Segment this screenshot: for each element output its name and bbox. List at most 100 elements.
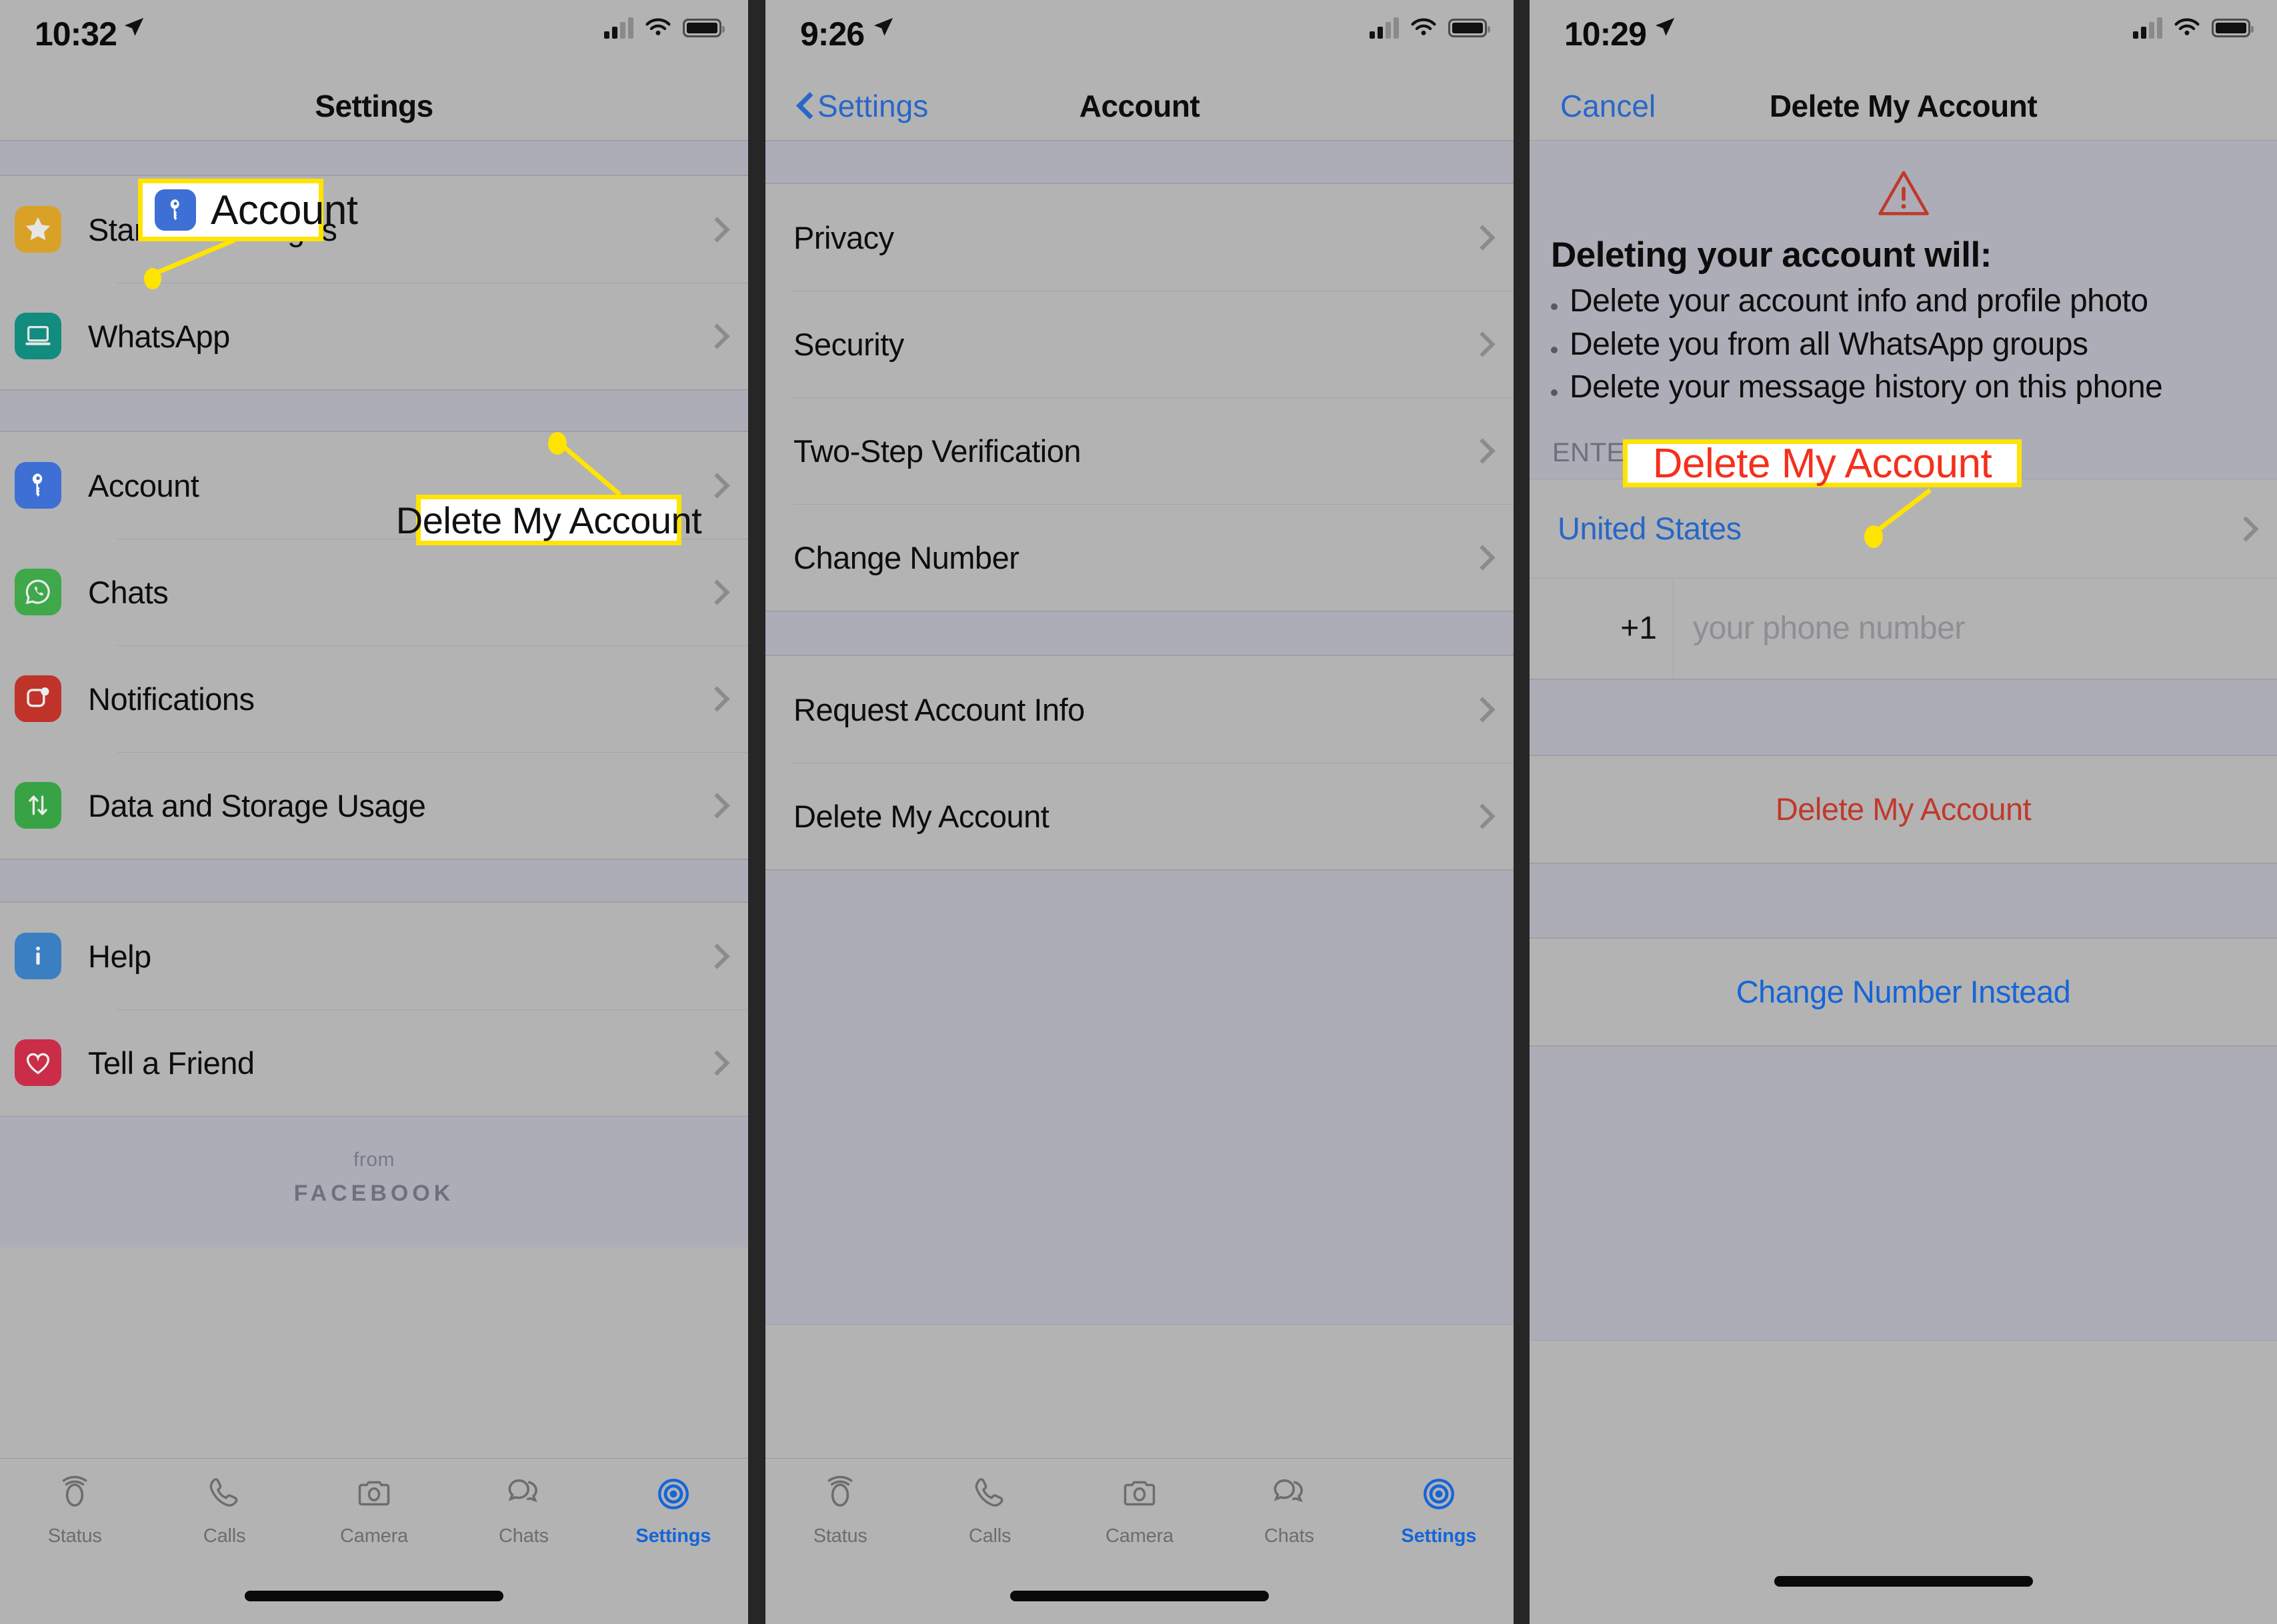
warning-triangle-icon [1878, 171, 1929, 215]
phone-entry-group: United States +1 your phone number [1530, 478, 2277, 679]
settings-scroll[interactable]: Starred Messages WhatsApp Acc [0, 141, 748, 1247]
gear-icon [1418, 1468, 1460, 1520]
callout-delete-my-account: Delete My Account [396, 495, 702, 545]
list-item-delete-my-account[interactable]: Delete My Account [765, 763, 1514, 869]
location-arrow-icon [1655, 17, 1675, 36]
chat-bubbles-icon [1268, 1468, 1310, 1520]
bullet-text: Delete you from all WhatsApp groups [1570, 326, 2088, 362]
phone-number-input[interactable]: your phone number [1673, 610, 1965, 647]
tab-status[interactable]: Status [0, 1468, 149, 1575]
account-scroll[interactable]: Privacy Security Two-Step Verification C… [765, 141, 1514, 1325]
cancel-button[interactable]: Cancel [1560, 88, 1656, 124]
tab-status[interactable]: Status [765, 1468, 915, 1575]
section-gap [0, 859, 748, 902]
tab-camera[interactable]: Camera [299, 1468, 449, 1575]
footer-brand-label: FACEBOOK [293, 1181, 455, 1206]
chevron-right-icon [1474, 545, 1487, 569]
chevron-right-icon [1474, 697, 1487, 721]
callout-text: Delete My Account [395, 499, 702, 541]
location-arrow-icon [873, 17, 893, 36]
section-gap [1530, 863, 2277, 938]
list-item-two-step-verification[interactable]: Two-Step Verification [765, 397, 1514, 504]
callout-text: Delete My Account [1652, 440, 1992, 487]
phone-number-row[interactable]: +1 your phone number [1530, 577, 2277, 679]
chevron-right-icon [708, 580, 721, 604]
phone-icon [205, 1468, 245, 1520]
callout-anchor-dot [144, 268, 161, 289]
wifi-icon [645, 18, 671, 35]
tab-calls[interactable]: Calls [149, 1468, 299, 1575]
section-gap [0, 390, 748, 431]
delete-my-account-button[interactable]: Delete My Account [1530, 755, 2277, 863]
row-label: Notifications [88, 681, 255, 717]
settings-group-1: Starred Messages WhatsApp [0, 175, 748, 390]
sidebar-item-whatsapp-web[interactable]: WhatsApp [0, 283, 748, 389]
sidebar-item-tell-a-friend[interactable]: Tell a Friend [0, 1009, 748, 1116]
row-label: Privacy [793, 219, 894, 255]
tab-bar: Status Calls Camera Chats Settings [765, 1458, 1514, 1624]
chevron-right-icon [708, 473, 721, 497]
warning-heading: Deleting your account will: [1551, 235, 1992, 275]
arrows-updown-icon [15, 782, 61, 829]
back-button-label: Settings [817, 89, 929, 123]
tab-bar: Status Calls Camera Chats Settings [0, 1458, 748, 1624]
change-number-instead-button-label: Change Number Instead [1736, 974, 2071, 1010]
country-label: United States [1558, 511, 1742, 547]
bullet-text: Delete your message history on this phon… [1570, 369, 2163, 405]
tab-label: Status [813, 1525, 867, 1547]
change-number-instead-button[interactable]: Change Number Instead [1530, 937, 2277, 1046]
tab-chats[interactable]: Chats [1214, 1468, 1364, 1575]
sidebar-item-starred-messages[interactable]: Starred Messages [0, 176, 748, 283]
phone-panel-settings: 10:32 Settings WhatsApp Account Chats No… [0, 0, 748, 1624]
delete-account-scroll[interactable]: Deleting your account will: Delete your … [1530, 141, 2277, 1341]
phone-icon [970, 1468, 1010, 1520]
sidebar-item-help[interactable]: Help [0, 903, 748, 1009]
status-indicators [2133, 17, 2254, 39]
row-label: Account [88, 467, 199, 503]
section-gap [765, 611, 1514, 655]
gear-icon [652, 1468, 695, 1520]
wifi-icon [2174, 18, 2200, 35]
sidebar-item-data-and-storage-usage[interactable]: Data and Storage Usage [0, 752, 748, 859]
list-item-request-account-info[interactable]: Request Account Info [765, 656, 1514, 763]
section-gap [765, 141, 1514, 183]
back-button[interactable]: Settings [796, 88, 928, 124]
tab-camera[interactable]: Camera [1065, 1468, 1214, 1575]
chevron-right-icon [708, 687, 721, 711]
notification-badge-icon [15, 675, 61, 722]
section-gap [765, 870, 1514, 1325]
chat-bubbles-icon [503, 1468, 544, 1520]
tab-label: Settings [1401, 1525, 1477, 1547]
tab-label: Calls [968, 1525, 1011, 1547]
bullet-dot-icon [1551, 303, 1558, 310]
tab-chats[interactable]: Chats [449, 1468, 598, 1575]
info-icon [15, 933, 61, 979]
row-label: Request Account Info [793, 691, 1085, 727]
phone-panel-delete-account: 10:29 Cancel Delete My Account Deleting … [1530, 0, 2277, 1624]
callout-text: Account [211, 187, 358, 233]
bullet-text: Delete your account info and profile pho… [1570, 283, 2148, 319]
consequences-list: Delete your account info and profile pho… [1530, 282, 2277, 407]
laptop-icon [15, 313, 61, 359]
chevron-right-icon [708, 324, 721, 348]
list-item: Delete your message history on this phon… [1551, 368, 2258, 407]
settings-group-3: Help Tell a Friend [0, 902, 748, 1117]
country-selector-row[interactable]: United States [1530, 479, 2277, 578]
tab-calls[interactable]: Calls [915, 1468, 1064, 1575]
sidebar-item-chats[interactable]: Chats [0, 539, 748, 645]
list-item-change-number[interactable]: Change Number [765, 504, 1514, 611]
sidebar-item-notifications[interactable]: Notifications [0, 645, 748, 752]
nav-bar: Cancel Delete My Account [1530, 72, 2277, 141]
battery-icon [2212, 19, 2254, 37]
list-item-privacy[interactable]: Privacy [765, 184, 1514, 291]
key-icon [155, 189, 196, 231]
tab-settings[interactable]: Settings [1364, 1468, 1514, 1575]
row-label: Security [793, 326, 904, 362]
facebook-footer: from FACEBOOK [0, 1117, 748, 1247]
account-group-1: Privacy Security Two-Step Verification C… [765, 183, 1514, 611]
list-item-security[interactable]: Security [765, 291, 1514, 397]
bullet-dot-icon [1551, 389, 1558, 397]
callout-account: Account [138, 179, 358, 241]
tab-label: Status [47, 1525, 102, 1547]
tab-settings[interactable]: Settings [599, 1468, 748, 1575]
